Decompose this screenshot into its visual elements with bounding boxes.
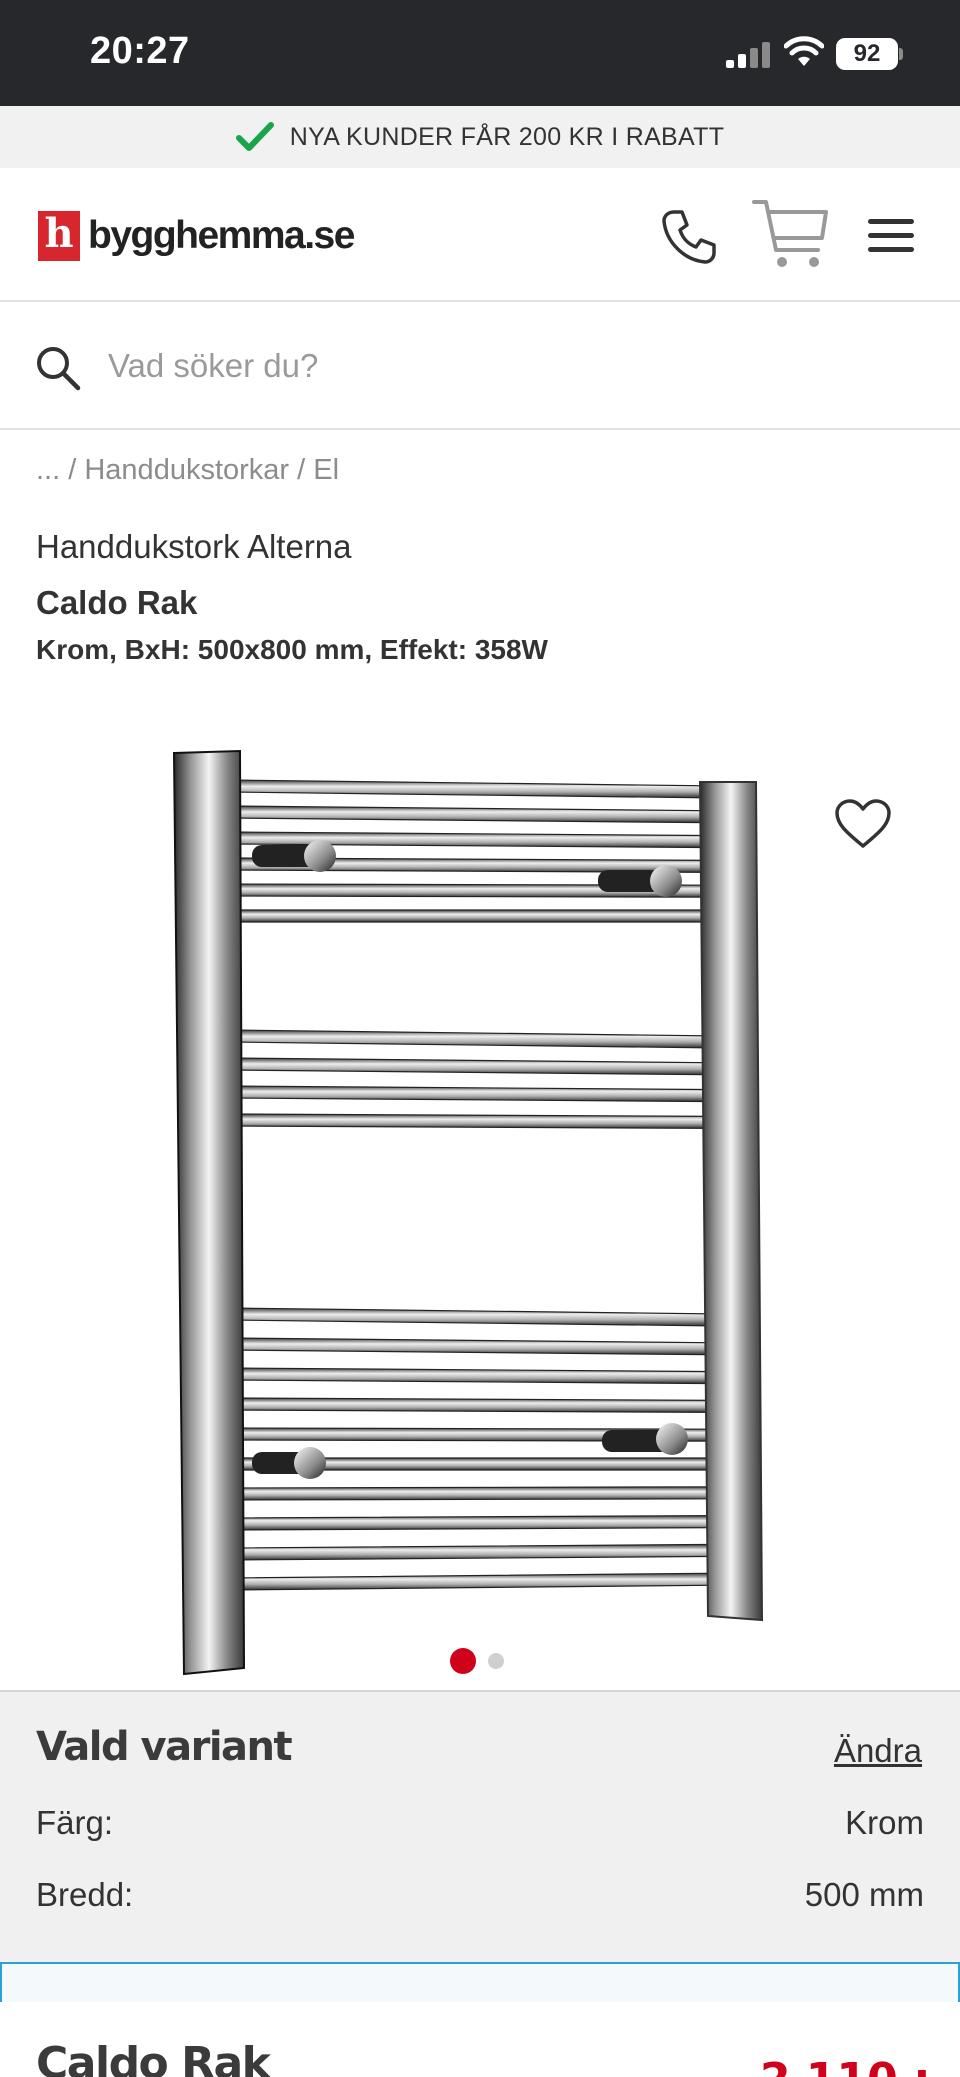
search-input[interactable] — [108, 336, 908, 396]
towel-rail — [229, 1085, 721, 1103]
promo-text: NYA KUNDER FÅR 200 KR I RABATT — [289, 122, 725, 151]
towel-rail — [229, 1057, 721, 1076]
towel-rail — [229, 1486, 721, 1501]
check-icon — [235, 122, 274, 151]
towel-rail — [229, 1397, 721, 1414]
summary-price: 2 110 :- — [760, 2050, 949, 2077]
towel-rail — [229, 1367, 721, 1385]
phone-icon[interactable] — [660, 208, 718, 266]
menu-icon[interactable] — [866, 216, 916, 256]
product-spec: Krom, BxH: 500x800 mm, Effekt: 358W — [36, 634, 548, 665]
summary-product-name: Caldo Rak — [36, 2038, 271, 2077]
info-box — [0, 1962, 960, 2002]
variant-label: Bredd: — [36, 1876, 134, 1913]
wifi-icon — [784, 36, 824, 66]
cellular-signal-icon — [726, 42, 770, 68]
towel-rail — [229, 1514, 721, 1531]
search-bar — [0, 302, 960, 430]
towel-rail — [229, 1307, 721, 1327]
breadcrumb: ... / Handdukstorkar / El — [36, 454, 339, 487]
favorite-heart-icon[interactable] — [834, 798, 892, 850]
breadcrumb-item-handdukstorkar[interactable]: Handdukstorkar — [84, 454, 289, 486]
logo-text: bygghemma.se — [88, 214, 355, 257]
towel-rail — [229, 805, 721, 824]
variant-value: 500 mm — [804, 1876, 924, 1913]
towel-rail — [229, 1113, 721, 1130]
towel-rail — [229, 909, 721, 923]
variant-row-color: Färg: Krom — [36, 1804, 924, 1842]
gallery-pagination — [450, 1648, 504, 1674]
variant-value: Krom — [845, 1804, 924, 1841]
variant-row-width: Bredd: 500 mm — [36, 1876, 924, 1914]
logo-mark: h — [38, 211, 80, 261]
site-header: h bygghemma.se — [0, 168, 960, 302]
battery-indicator: 92 — [836, 38, 898, 70]
battery-tip — [899, 48, 903, 60]
towel-warmer-image[interactable] — [160, 740, 780, 1680]
promo-banner[interactable]: NYA KUNDER FÅR 200 KR I RABATT — [0, 106, 960, 168]
breadcrumb-item-ellipsis[interactable]: ... — [36, 454, 60, 486]
product-name: Caldo Rak — [36, 584, 198, 621]
site-logo[interactable]: h bygghemma.se — [38, 211, 355, 261]
breadcrumb-item-el[interactable]: El — [313, 454, 339, 486]
cart-icon[interactable] — [752, 198, 830, 272]
towel-rail — [229, 1029, 721, 1049]
search-icon[interactable] — [34, 344, 82, 392]
product-brand-line[interactable]: Handdukstork Alterna — [36, 528, 352, 566]
gallery-dot-active[interactable] — [450, 1648, 476, 1674]
status-bar: 20:27 92 — [0, 0, 960, 106]
variant-title: Vald variant — [36, 1724, 293, 1770]
variant-label: Färg: — [36, 1804, 114, 1841]
gallery-dot[interactable] — [488, 1653, 504, 1669]
status-time: 20:27 — [90, 30, 190, 72]
towel-rail — [229, 1337, 721, 1356]
towel-rail — [229, 1572, 721, 1591]
selected-variant-panel: Vald variant Ändra Färg: Krom Bredd: 500… — [0, 1690, 960, 1962]
change-variant-link[interactable]: Ändra — [834, 1732, 922, 1770]
towel-rail — [229, 1543, 721, 1561]
towel-rail — [229, 779, 721, 799]
breadcrumb-separator: / — [297, 454, 306, 486]
breadcrumb-separator: / — [68, 454, 77, 486]
